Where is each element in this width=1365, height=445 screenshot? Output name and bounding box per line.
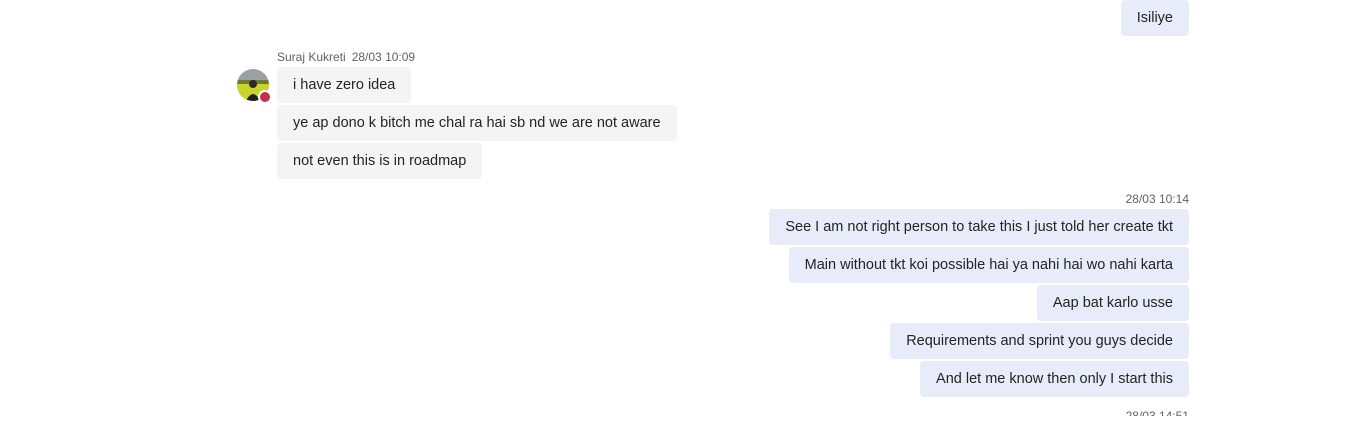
sender-name[interactable]: Suraj Kukreti (277, 50, 346, 64)
message-bubble-outgoing[interactable]: Main without tkt koi possible hai ya nah… (788, 247, 1189, 283)
message-timestamp: 28/03 10:14 (1125, 192, 1189, 206)
message-text: i have zero idea (293, 77, 396, 93)
message-bubble-outgoing[interactable]: Requirements and sprint you guys decide (890, 323, 1189, 359)
viewport-edge (0, 416, 1365, 445)
message-text: ye ap dono k bitch me chal ra hai sb nd … (293, 115, 661, 131)
busy-status-icon (258, 90, 272, 104)
message-text: See I am not right person to take this I… (785, 219, 1173, 235)
message-bubble-outgoing[interactable]: See I am not right person to take this I… (769, 209, 1189, 245)
message-bubble-outgoing[interactable]: Aap bat karlo usse (1036, 285, 1189, 321)
message-bubble-outgoing[interactable]: And let me know then only I start this (920, 361, 1189, 397)
message-header: Suraj Kukreti 28/03 10:09 (277, 50, 415, 64)
message-timestamp: 28/03 10:09 (351, 50, 416, 64)
message-text: Aap bat karlo usse (1052, 295, 1173, 311)
message-bubble-incoming[interactable]: not even this is in roadmap (277, 143, 483, 179)
message-text: not even this is in roadmap (293, 153, 467, 169)
message-text: Isiliye (1136, 10, 1173, 26)
message-text: Requirements and sprint you guys decide (906, 333, 1173, 349)
chat-thread: Isiliye Suraj Kukreti 28/03 10:09 i have … (0, 0, 1365, 445)
message-text: Main without tkt koi possible hai ya nah… (804, 257, 1173, 273)
message-bubble-outgoing[interactable]: Isiliye (1120, 0, 1189, 36)
message-bubble-incoming[interactable]: i have zero idea (277, 67, 412, 103)
message-text: And let me know then only I start this (936, 371, 1173, 387)
message-bubble-incoming[interactable]: ye ap dono k bitch me chal ra hai sb nd … (277, 105, 677, 141)
